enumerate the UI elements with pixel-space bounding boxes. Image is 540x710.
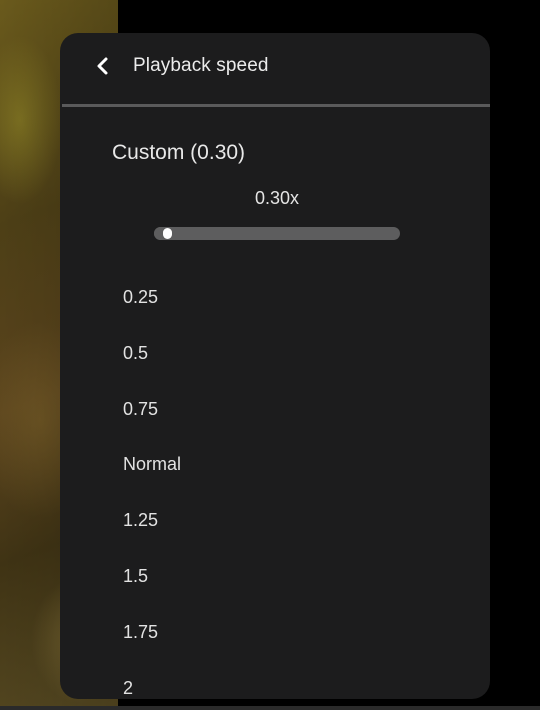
slider-thumb[interactable] bbox=[162, 228, 172, 239]
speed-option[interactable]: 0.75 bbox=[60, 382, 490, 438]
speed-option[interactable]: 1.75 bbox=[60, 605, 490, 661]
custom-speed-title: Custom (0.30) bbox=[112, 141, 246, 164]
speed-option[interactable]: Normal bbox=[60, 437, 490, 493]
speed-option[interactable]: 0.5 bbox=[60, 326, 490, 382]
panel-title: Playback speed bbox=[133, 55, 269, 76]
speed-option[interactable]: 1.5 bbox=[60, 549, 490, 605]
playback-speed-panel: Playback speed Custom (0.30) 0.30x 0.25 0… bbox=[60, 33, 490, 699]
header-divider bbox=[62, 104, 490, 107]
speed-options-list: 0.25 0.5 0.75 Normal 1.25 1.5 1.75 2 bbox=[60, 270, 490, 699]
chevron-left-icon bbox=[88, 51, 118, 81]
speed-option[interactable]: 0.25 bbox=[60, 270, 490, 326]
progress-bar-edge bbox=[0, 706, 540, 710]
custom-speed-slider[interactable] bbox=[154, 227, 400, 240]
back-button[interactable] bbox=[88, 51, 118, 81]
speed-option[interactable]: 1.25 bbox=[60, 493, 490, 549]
panel-header: Playback speed bbox=[60, 33, 490, 103]
custom-speed-readout: 0.30x bbox=[254, 188, 300, 208]
speed-option[interactable]: 2 bbox=[60, 661, 490, 699]
